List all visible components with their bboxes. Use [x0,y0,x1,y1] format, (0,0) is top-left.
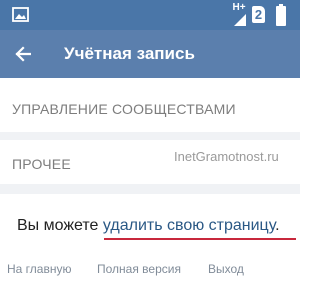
status-bar: H+ 2 [0,0,300,30]
footer-home-link[interactable]: На главную [7,262,71,276]
footer-full-version-link[interactable]: Полная версия [97,262,181,276]
page-title: Учётная запись [64,44,195,63]
menu-item-label: ПРОЧЕЕ [12,156,71,172]
sim-indicator: 2 [252,6,265,23]
network-type-indicator: H+ [232,2,246,13]
back-button[interactable] [8,40,38,68]
section-divider [0,184,300,194]
arrow-left-icon [15,46,31,62]
gallery-icon [12,7,29,22]
signal-icon [234,14,246,26]
menu-item-community-management[interactable]: УПРАВЛЕНИЕ СООБЩЕСТВАМИ [0,86,300,132]
menu-item-label: УПРАВЛЕНИЕ СООБЩЕСТВАМИ [12,101,236,117]
app-header: Учётная запись [0,30,300,78]
watermark: InetGramotnost.ru [174,149,279,164]
delete-account-notice: Вы можете удалить свою страницу. [17,216,280,236]
section-divider [0,132,300,140]
highlight-underline [104,238,296,240]
battery-icon [276,4,286,26]
delete-page-link[interactable]: удалить свою страницу [103,217,275,234]
delete-notice-prefix: Вы можете [17,217,99,234]
footer-logout-link[interactable]: Выход [208,262,244,276]
delete-notice-suffix: . [275,217,280,234]
